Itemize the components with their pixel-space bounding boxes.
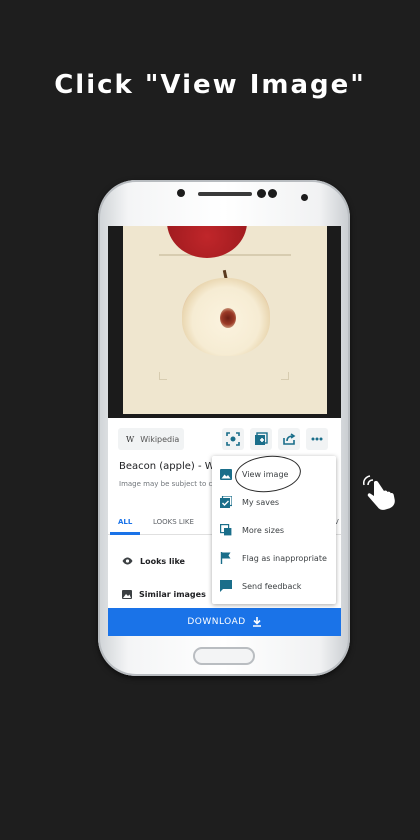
feedback-icon xyxy=(220,580,232,592)
share-button[interactable] xyxy=(278,428,300,450)
share-icon xyxy=(283,433,296,445)
card-label: Looks like xyxy=(140,556,185,566)
front-camera xyxy=(177,189,185,197)
sensor-dot xyxy=(257,189,266,198)
wikipedia-logo-icon: W xyxy=(126,434,135,444)
source-chip[interactable]: W Wikipedia xyxy=(118,428,184,450)
apple-illustration xyxy=(123,226,327,414)
instruction-headline: Click "View Image" xyxy=(54,70,366,100)
paper-crop-mark xyxy=(281,372,289,380)
paper-crop-mark xyxy=(159,254,291,256)
menu-item-flag[interactable]: Flag as inappropriate xyxy=(212,544,336,572)
more-options-button[interactable] xyxy=(306,428,328,450)
lens-icon xyxy=(226,432,240,446)
image-icon xyxy=(122,589,132,599)
menu-item-label: More sizes xyxy=(242,525,285,535)
tab-all[interactable]: ALL xyxy=(118,518,132,526)
menu-item-label: Send feedback xyxy=(242,581,302,591)
flag-icon xyxy=(220,552,232,564)
save-button[interactable] xyxy=(250,428,272,450)
menu-item-more-sizes[interactable]: More sizes xyxy=(212,516,336,544)
card-label: Similar images xyxy=(139,589,206,599)
paper-crop-mark xyxy=(159,372,167,380)
image-icon xyxy=(220,468,232,480)
sensor-dot xyxy=(301,194,308,201)
result-title[interactable]: Beacon (apple) - Wik xyxy=(119,461,223,472)
download-button[interactable]: DOWNLOAD xyxy=(108,608,341,636)
tab-looks-like[interactable]: LOOKS LIKE xyxy=(153,518,194,526)
apple-core xyxy=(220,308,236,328)
image-viewer[interactable] xyxy=(108,226,341,418)
menu-item-send-feedback[interactable]: Send feedback xyxy=(212,572,336,600)
menu-item-my-saves[interactable]: My saves xyxy=(212,488,336,516)
download-label: DOWNLOAD xyxy=(187,617,246,627)
eye-icon xyxy=(122,557,133,565)
phone-screen: W Wikipedia Beacon (apple) - Wik Image m… xyxy=(108,226,341,636)
looks-like-card[interactable]: Looks like xyxy=(114,546,226,576)
download-icon xyxy=(252,617,261,627)
phone-speaker xyxy=(198,192,252,196)
tap-gesture-icon xyxy=(363,475,395,510)
active-tab-indicator xyxy=(110,532,140,535)
copyright-notice: Image may be subject to co xyxy=(119,480,217,488)
lens-search-button[interactable] xyxy=(222,428,244,450)
bookmark-check-icon xyxy=(220,496,232,508)
home-button[interactable] xyxy=(193,647,255,665)
add-collection-icon xyxy=(255,432,268,445)
menu-item-label: Flag as inappropriate xyxy=(242,553,327,563)
menu-item-label: My saves xyxy=(242,497,280,507)
more-horizontal-icon xyxy=(311,437,323,441)
source-name: Wikipedia xyxy=(140,434,180,444)
layers-icon xyxy=(220,524,232,536)
sensor-dot xyxy=(268,189,277,198)
similar-images-card[interactable]: Similar images xyxy=(114,579,226,609)
